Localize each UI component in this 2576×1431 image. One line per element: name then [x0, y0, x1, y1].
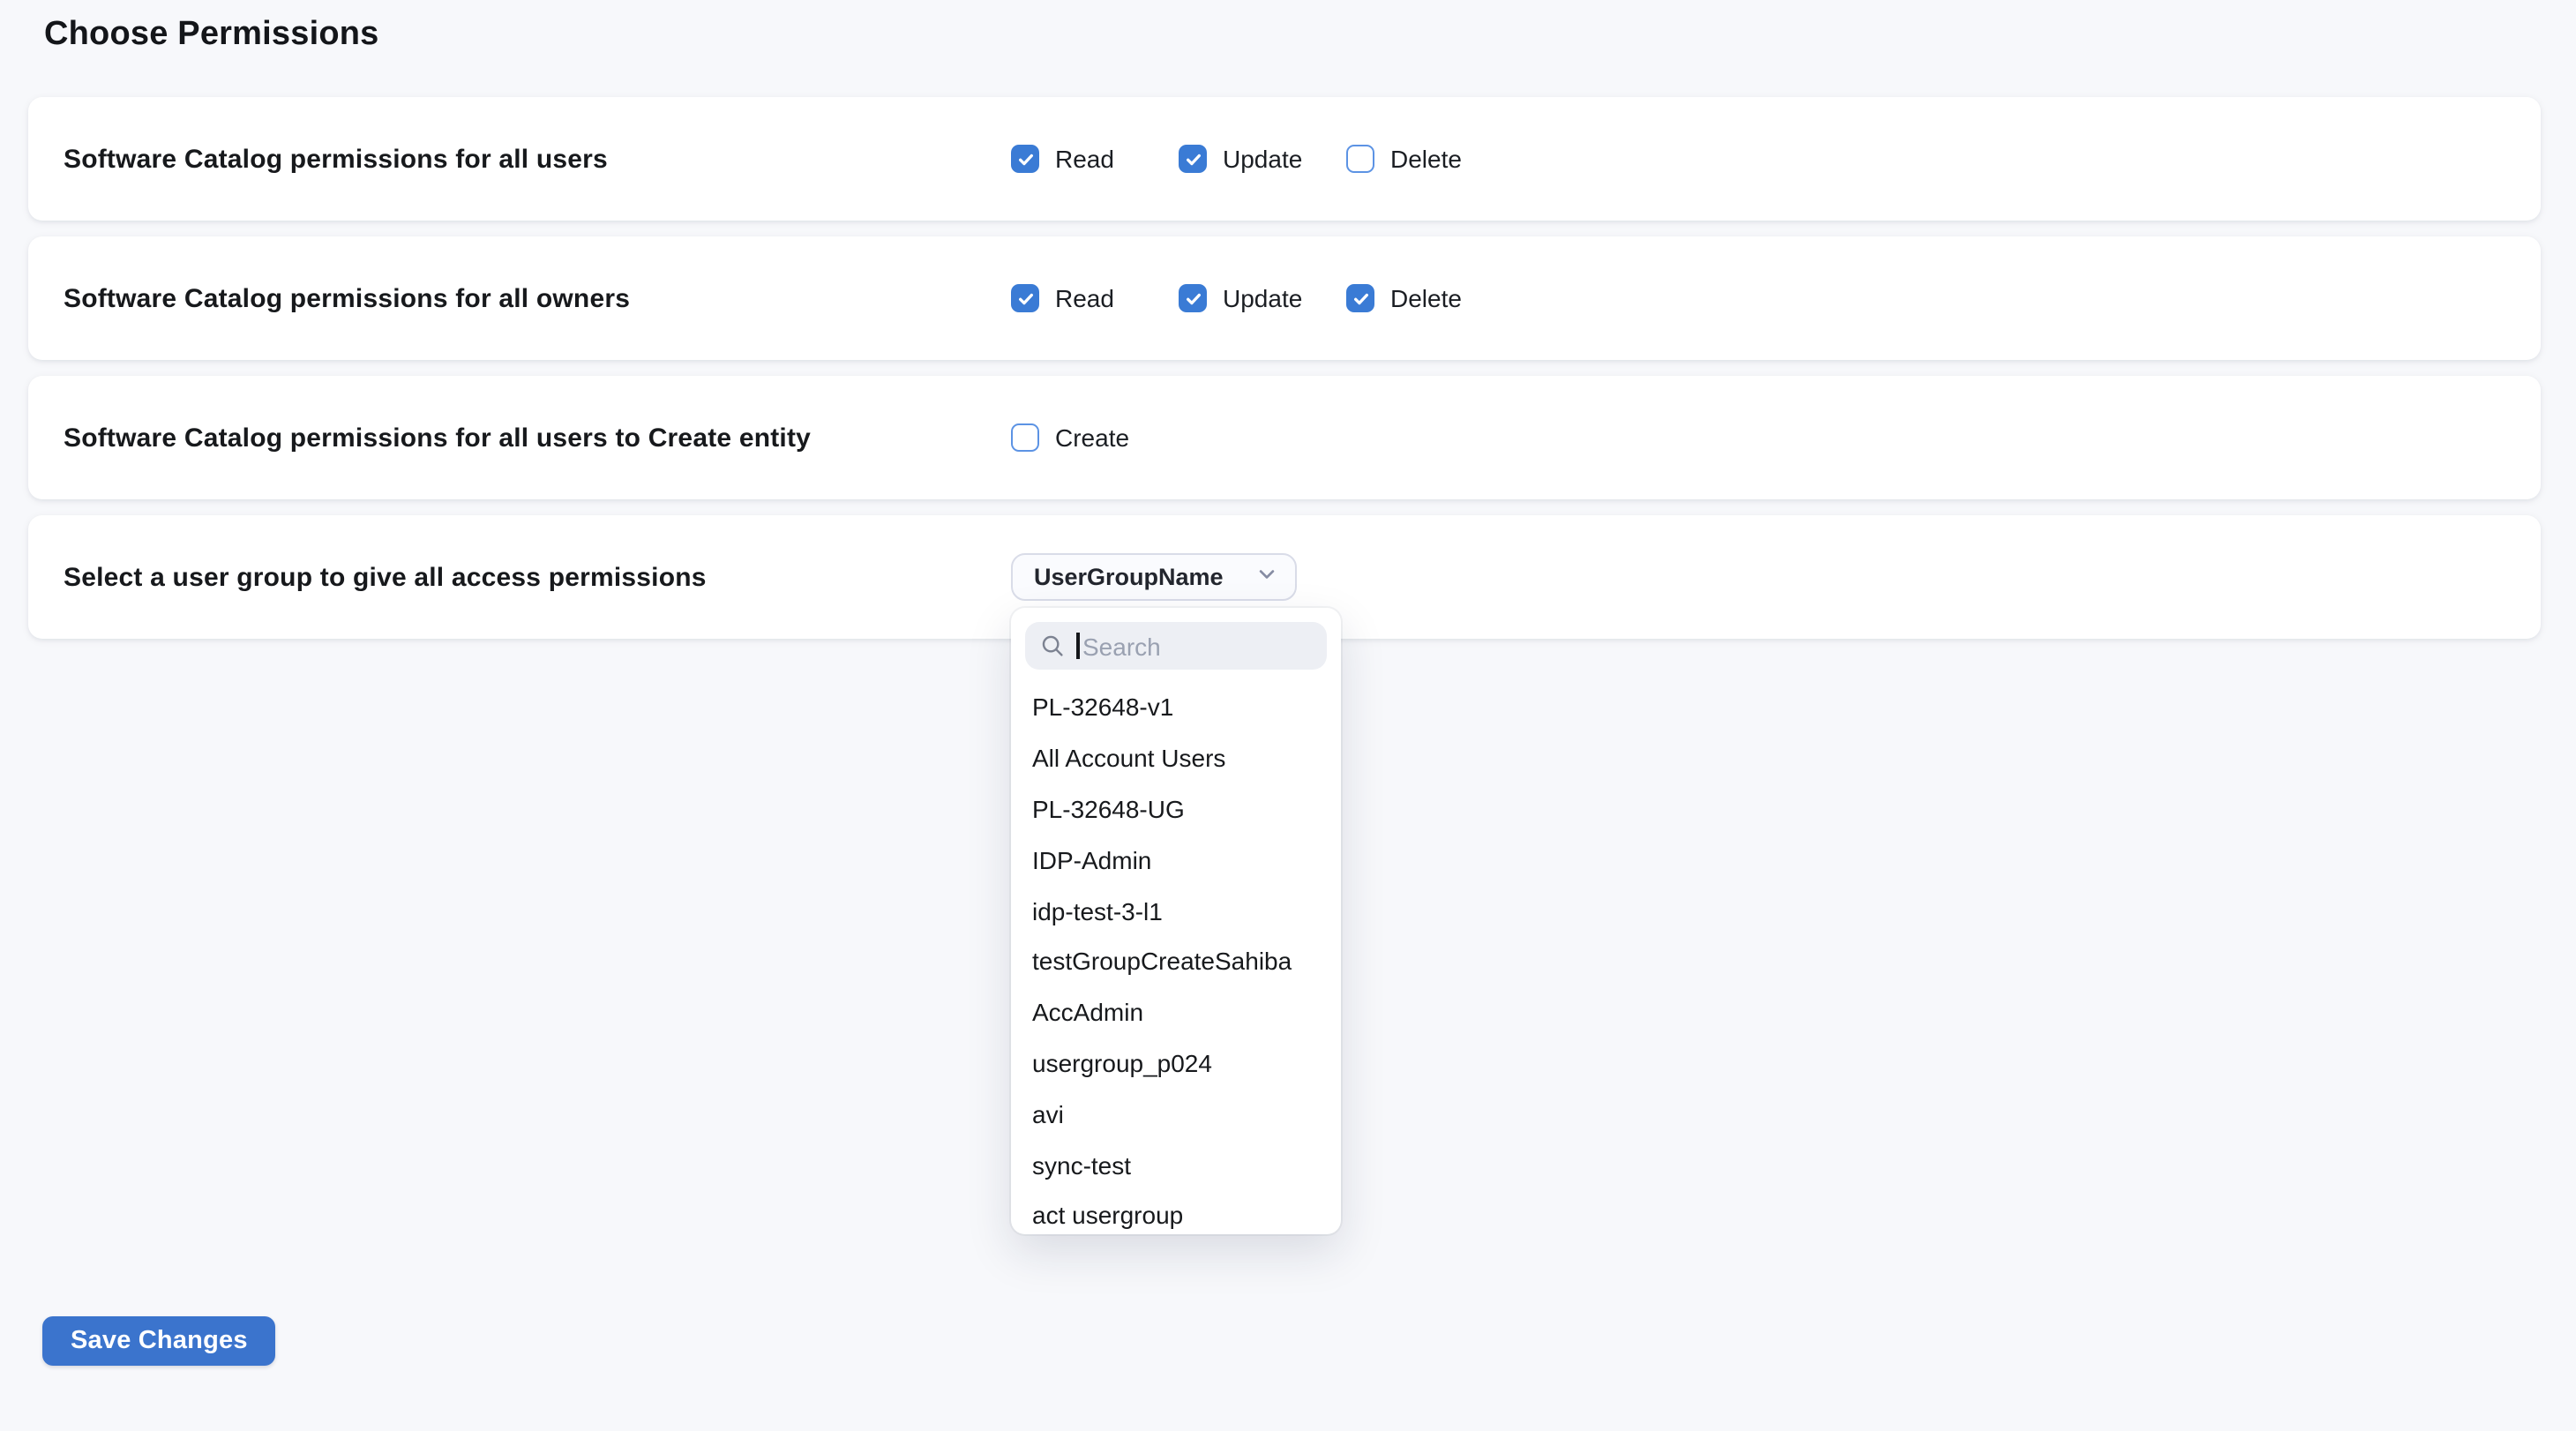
check-icon — [1351, 288, 1370, 308]
card-create-entity-permissions: Software Catalog permissions for all use… — [28, 376, 2541, 499]
permissions-page: Choose Permissions Software Catalog perm… — [0, 0, 2576, 1431]
permission-label: Read — [1055, 284, 1114, 312]
checkbox-checked[interactable] — [1011, 145, 1039, 173]
checkbox-checked[interactable] — [1179, 145, 1207, 173]
check-icon — [1015, 288, 1035, 308]
dropdown-option[interactable]: All Account Users — [1025, 733, 1327, 784]
card-label: Software Catalog permissions for all use… — [28, 144, 608, 174]
card-label: Select a user group to give all access p… — [28, 562, 707, 592]
permission-option: Read — [1011, 284, 1179, 312]
permission-label: Delete — [1390, 284, 1462, 312]
permission-option: Update — [1179, 145, 1346, 173]
user-group-select-button[interactable]: UserGroupName — [1011, 553, 1297, 601]
permissions-row: Create — [1011, 423, 1129, 452]
permission-label: Read — [1055, 145, 1114, 173]
check-icon — [1183, 288, 1202, 308]
check-icon — [1183, 149, 1202, 169]
cards-container: Software Catalog permissions for all use… — [28, 97, 2541, 655]
chevron-down-icon — [1256, 564, 1277, 590]
dropdown-option[interactable]: IDP-Admin — [1025, 835, 1327, 886]
checkbox-checked[interactable] — [1011, 284, 1039, 312]
card-label: Software Catalog permissions for all own… — [28, 283, 630, 313]
save-changes-button[interactable]: Save Changes — [42, 1316, 276, 1366]
dropdown-option[interactable]: act usergroup — [1025, 1190, 1327, 1234]
permission-option: Delete — [1346, 145, 1462, 173]
card-all-owners-permissions: Software Catalog permissions for all own… — [28, 236, 2541, 360]
permission-label: Update — [1223, 284, 1302, 312]
dropdown-option[interactable]: idp-test-3-l1 — [1025, 885, 1327, 936]
text-cursor — [1076, 633, 1079, 659]
permission-option: Create — [1011, 423, 1129, 452]
dropdown-option[interactable]: PL-32648-v1 — [1025, 682, 1327, 733]
permission-label: Delete — [1390, 145, 1462, 173]
card-user-group-select: Select a user group to give all access p… — [28, 515, 2541, 639]
user-group-dropdown-panel: Search PL-32648-v1All Account UsersPL-32… — [1011, 608, 1341, 1234]
dropdown-option[interactable]: AccAdmin — [1025, 987, 1327, 1038]
dropdown-option[interactable]: usergroup_p024 — [1025, 1038, 1327, 1089]
dropdown-option[interactable]: sync-test — [1025, 1139, 1327, 1190]
user-group-select-wrap: UserGroupName — [1011, 553, 1297, 601]
card-label: Software Catalog permissions for all use… — [28, 423, 811, 453]
dropdown-option[interactable]: PL-32648-UG — [1025, 783, 1327, 835]
permission-label: Create — [1055, 423, 1129, 452]
dropdown-options-list: PL-32648-v1All Account UsersPL-32648-UGI… — [1025, 682, 1327, 1234]
dropdown-option[interactable]: avi — [1025, 1089, 1327, 1140]
search-icon — [1041, 634, 1064, 657]
check-icon — [1015, 149, 1035, 169]
permission-option: Read — [1011, 145, 1179, 173]
permission-label: Update — [1223, 145, 1302, 173]
search-input[interactable]: Search — [1025, 622, 1327, 670]
checkbox-checked[interactable] — [1179, 284, 1207, 312]
permissions-row: Read Update Delete — [1011, 284, 1462, 312]
page-title: Choose Permissions — [44, 16, 379, 55]
user-group-select-value: UserGroupName — [1034, 564, 1224, 590]
dropdown-option[interactable]: testGroupCreateSahiba — [1025, 936, 1327, 987]
search-placeholder: Search — [1082, 632, 1161, 660]
permission-option: Update — [1179, 284, 1346, 312]
permission-option: Delete — [1346, 284, 1462, 312]
checkbox-checked[interactable] — [1346, 284, 1374, 312]
checkbox-unchecked[interactable] — [1011, 423, 1039, 452]
checkbox-unchecked[interactable] — [1346, 145, 1374, 173]
permissions-row: Read Update Delete — [1011, 145, 1462, 173]
card-all-users-permissions: Software Catalog permissions for all use… — [28, 97, 2541, 221]
